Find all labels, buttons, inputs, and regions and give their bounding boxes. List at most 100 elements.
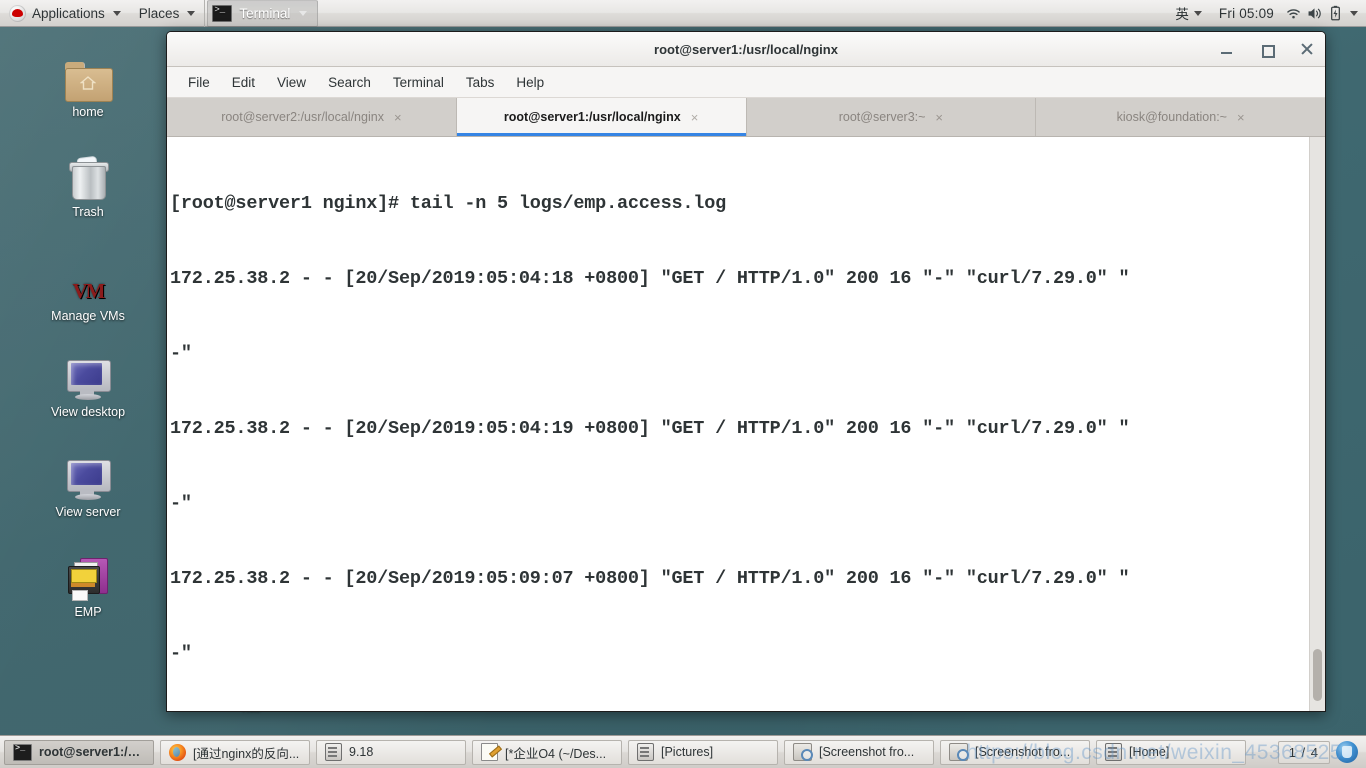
desktop-icon-label: View server [33, 505, 143, 519]
maximize-icon[interactable] [1259, 41, 1275, 57]
window-title-bar[interactable]: root@server1:/usr/local/nginx [167, 32, 1325, 67]
close-icon[interactable]: × [935, 110, 943, 125]
menu-file[interactable]: File [177, 72, 221, 93]
taskbar-item-terminal[interactable]: root@server1:/u... [4, 740, 154, 765]
desktop-icon-label: EMP [33, 605, 143, 619]
terminal-line: -" [170, 641, 1309, 666]
taskbar-item-label: [Home] [1129, 745, 1169, 759]
files-icon [1105, 743, 1122, 761]
terminal-scrollbar[interactable] [1309, 137, 1325, 711]
desktop-icon-label: Manage VMs [33, 309, 143, 323]
tab-bar: root@server2:/usr/local/nginx × root@ser… [167, 98, 1325, 137]
vmware-icon: VM [33, 252, 143, 304]
desktop-icon-label: View desktop [33, 405, 143, 419]
desktop-icon-home[interactable]: home [33, 48, 143, 119]
files-icon [637, 743, 654, 761]
battery-icon[interactable] [1327, 5, 1344, 22]
minimize-icon[interactable] [1219, 41, 1235, 57]
taskbar-item-label: 9.18 [349, 745, 373, 759]
input-method-label: 英 [1175, 3, 1189, 23]
menu-tabs[interactable]: Tabs [455, 72, 506, 93]
monitor-icon [33, 348, 143, 400]
places-menu[interactable]: Places [130, 0, 205, 26]
workspace-switcher[interactable]: 1 / 4 [1278, 741, 1330, 764]
menu-bar: File Edit View Search Terminal Tabs Help [167, 67, 1325, 98]
text-editor-icon [481, 743, 498, 761]
close-icon[interactable] [1299, 41, 1315, 57]
taskbar-item-label: [Pictures] [661, 745, 713, 759]
tab-label: root@server1:/usr/local/nginx [504, 110, 681, 124]
trash-icon [33, 148, 143, 200]
firefox-icon [169, 744, 186, 761]
redhat-logo-icon [9, 5, 26, 22]
terminal-line: -" [170, 341, 1309, 366]
terminal-window: root@server1:/usr/local/nginx File Edit … [166, 31, 1326, 712]
menu-search[interactable]: Search [317, 72, 382, 93]
menu-terminal[interactable]: Terminal [382, 72, 455, 93]
taskbar-item-label: root@server1:/u... [39, 745, 145, 759]
panel-divider [204, 0, 205, 27]
panel-status-area: 英 Fri 05:09 [1169, 0, 1366, 26]
taskbar-item-screenshot-2[interactable]: [Screenshot fro... [940, 740, 1090, 765]
taskbar-item-screenshot-1[interactable]: [Screenshot fro... [784, 740, 934, 765]
tab-kiosk-foundation[interactable]: kiosk@foundation:~ × [1036, 98, 1325, 136]
taskbar-item-firefox[interactable]: [通过nginx的反向... [160, 740, 310, 765]
desktop-icon-view-server[interactable]: View server [33, 448, 143, 519]
taskbar-item-home[interactable]: [Home] [1096, 740, 1246, 765]
window-title: root@server1:/usr/local/nginx [654, 42, 838, 57]
input-method-indicator[interactable]: 英 [1169, 0, 1208, 26]
trash-applet-icon[interactable] [1336, 741, 1358, 763]
terminal-line: 172.25.38.2 - - [20/Sep/2019:05:09:07 +0… [170, 566, 1309, 591]
desktop-icon-view-desktop[interactable]: View desktop [33, 348, 143, 419]
window-list-item-terminal[interactable]: Terminal [207, 0, 318, 27]
applications-menu[interactable]: Applications [0, 0, 130, 26]
chevron-down-icon [187, 11, 195, 16]
chevron-down-icon[interactable] [1350, 11, 1358, 16]
close-icon[interactable]: × [1237, 110, 1245, 125]
files-icon [325, 743, 342, 761]
tab-server1[interactable]: root@server1:/usr/local/nginx × [457, 98, 747, 136]
menu-edit[interactable]: Edit [221, 72, 266, 93]
tab-server2[interactable]: root@server2:/usr/local/nginx × [167, 98, 457, 136]
screenshot-icon [793, 743, 812, 761]
chevron-down-icon [113, 11, 121, 16]
terminal-output[interactable]: [root@server1 nginx]# tail -n 5 logs/emp… [167, 137, 1309, 711]
home-folder-icon [33, 48, 143, 100]
terminal-body[interactable]: [root@server1 nginx]# tail -n 5 logs/emp… [167, 137, 1325, 711]
monitor-icon [33, 448, 143, 500]
desktop-icon-trash[interactable]: Trash [33, 148, 143, 219]
places-menu-label: Places [139, 6, 180, 21]
taskbar-right-area: 1 / 4 [1278, 741, 1362, 764]
tab-server3[interactable]: root@server3:~ × [747, 98, 1037, 136]
terminal-line: 172.25.38.2 - - [20/Sep/2019:05:04:18 +0… [170, 266, 1309, 291]
tab-label: kiosk@foundation:~ [1117, 110, 1227, 124]
taskbar-item-files-918[interactable]: 9.18 [316, 740, 466, 765]
emp-app-icon [33, 548, 143, 600]
close-icon[interactable]: × [691, 110, 699, 125]
desktop-icon-label: Trash [33, 205, 143, 219]
desktop-icon-manage-vms[interactable]: VM Manage VMs [33, 252, 143, 323]
terminal-line: -" [170, 491, 1309, 516]
top-panel: Applications Places Terminal 英 Fri 05:09 [0, 0, 1366, 27]
menu-help[interactable]: Help [505, 72, 555, 93]
taskbar-item-label: [Screenshot fro... [819, 745, 914, 759]
taskbar-item-label: [通过nginx的反向... [193, 743, 299, 762]
chevron-down-icon [299, 11, 307, 16]
applications-menu-label: Applications [32, 6, 105, 21]
tab-label: root@server2:/usr/local/nginx [221, 110, 384, 124]
clock[interactable]: Fri 05:09 [1212, 6, 1281, 21]
scrollbar-thumb[interactable] [1313, 649, 1322, 701]
window-list-item-label: Terminal [239, 6, 290, 21]
wifi-icon[interactable] [1285, 5, 1302, 22]
window-controls [1219, 32, 1315, 66]
menu-view[interactable]: View [266, 72, 317, 93]
desktop-icon-emp[interactable]: EMP [33, 548, 143, 619]
taskbar-item-text-editor[interactable]: [*企业O4 (~/Des... [472, 740, 622, 765]
close-icon[interactable]: × [394, 110, 402, 125]
chevron-down-icon [1194, 11, 1202, 16]
tab-label: root@server3:~ [839, 110, 926, 124]
taskbar-item-pictures[interactable]: [Pictures] [628, 740, 778, 765]
volume-icon[interactable] [1306, 5, 1323, 22]
terminal-icon [212, 5, 232, 22]
terminal-icon [13, 744, 32, 761]
